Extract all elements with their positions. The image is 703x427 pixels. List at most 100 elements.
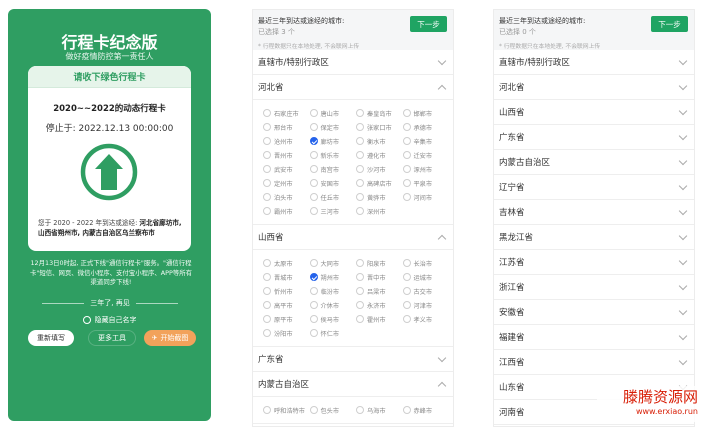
city-option[interactable]: 高碑店市 bbox=[356, 177, 403, 189]
radio-icon[interactable] bbox=[402, 151, 411, 159]
province-row[interactable]: 广东省 bbox=[494, 125, 694, 150]
city-option[interactable]: 原平市 bbox=[263, 313, 310, 325]
radio-icon[interactable] bbox=[356, 137, 364, 145]
radio-icon[interactable] bbox=[402, 179, 411, 187]
radio-icon[interactable] bbox=[309, 315, 318, 323]
chevron-down-icon[interactable] bbox=[678, 56, 688, 66]
city-option[interactable]: 深州市 bbox=[356, 205, 403, 217]
chevron-down-icon[interactable] bbox=[678, 81, 688, 91]
radio-icon[interactable] bbox=[309, 301, 318, 309]
chevron-down-icon[interactable] bbox=[678, 231, 688, 241]
chevron-up-icon[interactable] bbox=[437, 84, 447, 94]
radio-icon[interactable] bbox=[309, 193, 318, 201]
radio-icon[interactable] bbox=[356, 151, 364, 159]
chevron-down-icon[interactable] bbox=[437, 56, 447, 66]
start-screenshot-button[interactable]: ✈ 开始截图 bbox=[144, 330, 196, 346]
radio-icon[interactable] bbox=[263, 123, 271, 131]
chevron-down-icon[interactable] bbox=[678, 306, 688, 316]
more-tools-button[interactable]: 更多工具 bbox=[88, 330, 136, 346]
rewrite-button[interactable]: 重新填写 bbox=[28, 330, 74, 346]
radio-icon[interactable] bbox=[402, 193, 411, 201]
radio-icon[interactable] bbox=[263, 179, 271, 187]
next-button[interactable]: 下一步 bbox=[651, 16, 688, 32]
city-option[interactable]: 张家口市 bbox=[356, 121, 403, 133]
radio-icon[interactable] bbox=[356, 406, 364, 414]
city-option[interactable]: 呼和浩特市 bbox=[263, 404, 310, 416]
radio-icon[interactable] bbox=[356, 207, 364, 215]
radio-icon[interactable] bbox=[263, 301, 271, 309]
radio-icon[interactable] bbox=[402, 287, 411, 295]
city-option[interactable]: 汾阳市 bbox=[263, 327, 310, 339]
city-option[interactable]: 廊坊市 bbox=[309, 135, 357, 147]
city-option[interactable]: 介休市 bbox=[309, 299, 357, 311]
city-option[interactable]: 古交市 bbox=[402, 285, 450, 297]
chevron-down-icon[interactable] bbox=[678, 331, 688, 341]
province-row[interactable]: 浙江省 bbox=[494, 275, 694, 300]
city-option[interactable]: 任丘市 bbox=[309, 191, 357, 203]
city-option[interactable]: 孝义市 bbox=[402, 313, 450, 325]
city-option[interactable]: 河津市 bbox=[402, 299, 450, 311]
hide-name-option[interactable]: 隐藏自己名字 bbox=[8, 315, 211, 325]
radio-icon[interactable] bbox=[309, 165, 318, 173]
city-option[interactable]: 晋城市 bbox=[263, 271, 310, 283]
city-option[interactable]: 唐山市 bbox=[309, 107, 357, 119]
city-option[interactable]: 石家庄市 bbox=[263, 107, 310, 119]
city-option[interactable]: 邯郸市 bbox=[402, 107, 450, 119]
radio-icon[interactable] bbox=[309, 109, 318, 117]
province-row[interactable]: 河北省 bbox=[253, 75, 453, 100]
city-option[interactable]: 沙河市 bbox=[356, 163, 403, 175]
province-row[interactable]: 安徽省 bbox=[494, 300, 694, 325]
radio-icon[interactable] bbox=[356, 109, 364, 117]
radio-icon[interactable] bbox=[356, 165, 364, 173]
city-option[interactable]: 高平市 bbox=[263, 299, 310, 311]
radio-icon[interactable] bbox=[309, 123, 318, 131]
city-option[interactable]: 新乐市 bbox=[309, 149, 357, 161]
city-option[interactable]: 朔州市 bbox=[309, 271, 357, 283]
province-row[interactable]: 直辖市/特别行政区 bbox=[253, 50, 453, 75]
radio-icon[interactable] bbox=[356, 287, 364, 295]
radio-icon[interactable] bbox=[356, 179, 364, 187]
city-option[interactable]: 晋中市 bbox=[356, 271, 403, 283]
radio-icon[interactable] bbox=[309, 287, 318, 295]
radio-icon[interactable] bbox=[263, 207, 271, 215]
province-row[interactable]: 内蒙古自治区 bbox=[494, 150, 694, 175]
city-option[interactable]: 太原市 bbox=[263, 257, 310, 269]
radio-icon[interactable] bbox=[263, 151, 271, 159]
city-option[interactable]: 大同市 bbox=[309, 257, 357, 269]
radio-icon[interactable] bbox=[309, 151, 318, 159]
city-option[interactable]: 衡水市 bbox=[356, 135, 403, 147]
city-option[interactable]: 南宫市 bbox=[309, 163, 357, 175]
radio-icon[interactable] bbox=[402, 109, 411, 117]
radio-icon[interactable] bbox=[402, 315, 411, 323]
province-row[interactable]: 广东省 bbox=[253, 347, 453, 372]
province-row[interactable]: 福建省 bbox=[494, 325, 694, 350]
city-option[interactable]: 赤峰市 bbox=[402, 404, 450, 416]
hide-name-radio[interactable] bbox=[82, 316, 91, 324]
city-option[interactable]: 迁安市 bbox=[402, 149, 450, 161]
province-row[interactable]: 江苏省 bbox=[494, 250, 694, 275]
city-option[interactable]: 武安市 bbox=[263, 163, 310, 175]
chevron-down-icon[interactable] bbox=[678, 356, 688, 366]
province-row[interactable]: 河北省 bbox=[494, 75, 694, 100]
city-option[interactable]: 晋州市 bbox=[263, 149, 310, 161]
checked-radio-icon[interactable] bbox=[309, 137, 318, 145]
city-option[interactable]: 辛集市 bbox=[402, 135, 450, 147]
province-row[interactable]: 辽宁省 bbox=[494, 175, 694, 200]
chevron-up-icon[interactable] bbox=[437, 381, 447, 391]
city-option[interactable]: 临汾市 bbox=[309, 285, 357, 297]
province-row[interactable]: 山西省 bbox=[253, 225, 453, 250]
city-option[interactable]: 永济市 bbox=[356, 299, 403, 311]
next-button[interactable]: 下一步 bbox=[410, 16, 447, 32]
radio-icon[interactable] bbox=[309, 207, 318, 215]
radio-icon[interactable] bbox=[263, 109, 271, 117]
city-option[interactable]: 侯马市 bbox=[309, 313, 357, 325]
radio-icon[interactable] bbox=[356, 301, 364, 309]
city-option[interactable]: 霸州市 bbox=[263, 205, 310, 217]
radio-icon[interactable] bbox=[402, 273, 411, 281]
chevron-down-icon[interactable] bbox=[678, 206, 688, 216]
radio-icon[interactable] bbox=[402, 165, 411, 173]
province-row[interactable]: 江西省 bbox=[494, 350, 694, 375]
radio-icon[interactable] bbox=[356, 123, 364, 131]
radio-icon[interactable] bbox=[356, 315, 364, 323]
radio-icon[interactable] bbox=[402, 123, 411, 131]
